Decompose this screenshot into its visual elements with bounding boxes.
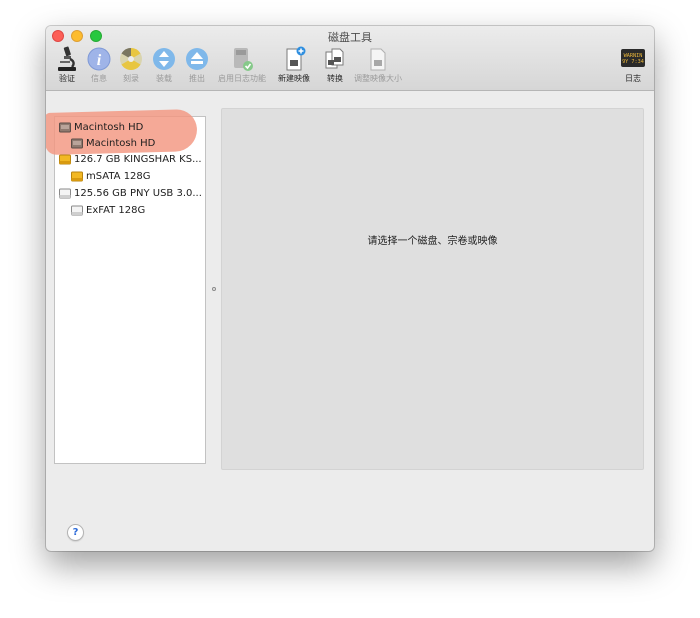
log-label: 日志 bbox=[625, 74, 641, 83]
usb-disk-icon bbox=[71, 205, 83, 215]
enable-journaling-label: 启用日志功能 bbox=[218, 74, 266, 83]
convert-icon bbox=[322, 46, 348, 72]
sidebar-item-pny-usb-disk[interactable]: 125.56 GB PNY USB 3.0... bbox=[59, 185, 202, 201]
mount-icon bbox=[151, 46, 177, 72]
detail-panel: 请选择一个磁盘、宗卷或映像 bbox=[221, 108, 644, 470]
mount-button[interactable]: 装载 bbox=[151, 46, 177, 86]
burn-label: 刻录 bbox=[123, 74, 139, 83]
help-button[interactable]: ? bbox=[67, 524, 84, 541]
info-icon: i bbox=[86, 46, 112, 72]
new-image-icon bbox=[281, 46, 307, 72]
log-button[interactable]: WARNIN 9Y 7:34 日志 bbox=[620, 46, 646, 86]
convert-label: 转换 bbox=[327, 74, 343, 83]
burn-button[interactable]: 刻录 bbox=[118, 46, 144, 86]
sidebar-item-kingshar-disk[interactable]: 126.7 GB KINGSHAR KS... bbox=[59, 151, 202, 167]
eject-button[interactable]: 推出 bbox=[184, 46, 210, 86]
info-button[interactable]: i 信息 bbox=[86, 46, 112, 86]
disk-utility-window: 磁盘工具 验证 i 信息 刻录 装载 推出 启用日志功能 新建映像 转换 调整映… bbox=[46, 26, 654, 551]
sidebar-item-macintosh-hd-volume[interactable]: Macintosh HD bbox=[71, 135, 155, 151]
verify-button[interactable]: 验证 bbox=[54, 46, 80, 86]
window-title: 磁盘工具 bbox=[328, 31, 372, 44]
empty-selection-message: 请选择一个磁盘、宗卷或映像 bbox=[367, 236, 498, 247]
eject-label: 推出 bbox=[189, 74, 205, 83]
new-image-button[interactable]: 新建映像 bbox=[278, 46, 310, 86]
sidebar-item-label: 126.7 GB KINGSHAR KS... bbox=[74, 153, 202, 165]
microscope-icon bbox=[54, 46, 80, 72]
sidebar-item-label: mSATA 128G bbox=[86, 170, 151, 182]
resize-image-icon bbox=[365, 46, 391, 72]
sidebar-item-msata-volume[interactable]: mSATA 128G bbox=[71, 168, 151, 184]
burn-icon bbox=[118, 46, 144, 72]
convert-button[interactable]: 转换 bbox=[322, 46, 348, 86]
internal-disk-icon bbox=[71, 138, 83, 148]
external-disk-icon bbox=[71, 171, 83, 181]
sidebar-item-exfat-volume[interactable]: ExFAT 128G bbox=[71, 202, 145, 218]
svg-text:i: i bbox=[97, 52, 102, 69]
split-view-divider-handle[interactable] bbox=[212, 287, 216, 291]
enable-journaling-button[interactable]: 启用日志功能 bbox=[218, 46, 266, 86]
eject-icon bbox=[184, 46, 210, 72]
log-icon-line-2: 9Y 7:34 bbox=[622, 59, 644, 65]
log-icon: WARNIN 9Y 7:34 bbox=[620, 46, 646, 72]
info-label: 信息 bbox=[91, 74, 107, 83]
mount-label: 装载 bbox=[156, 74, 172, 83]
usb-disk-icon bbox=[59, 188, 71, 198]
new-image-label[interactable]: 新建映像 bbox=[278, 73, 310, 84]
resize-image-button[interactable]: 调整映像大小 bbox=[354, 46, 402, 86]
sidebar-item-label: Macintosh HD bbox=[86, 137, 156, 149]
sidebar-item-label: 125.56 GB PNY USB 3.0... bbox=[74, 187, 202, 199]
sidebar-item-macintosh-hd-disk[interactable]: Macintosh HD bbox=[59, 119, 143, 135]
sidebar-item-label: Macintosh HD bbox=[74, 121, 144, 133]
disk-list-sidebar[interactable]: Macintosh HD Macintosh HD 126.7 GB KINGS… bbox=[46, 109, 206, 464]
resize-image-label: 调整映像大小 bbox=[354, 74, 402, 83]
journal-disk-icon bbox=[229, 46, 255, 72]
toolbar: 磁盘工具 验证 i 信息 刻录 装载 推出 启用日志功能 新建映像 转换 调整映… bbox=[46, 26, 654, 91]
verify-label: 验证 bbox=[59, 74, 75, 83]
external-disk-icon bbox=[59, 154, 71, 164]
sidebar-item-label: ExFAT 128G bbox=[86, 204, 146, 216]
internal-disk-icon bbox=[59, 122, 71, 132]
